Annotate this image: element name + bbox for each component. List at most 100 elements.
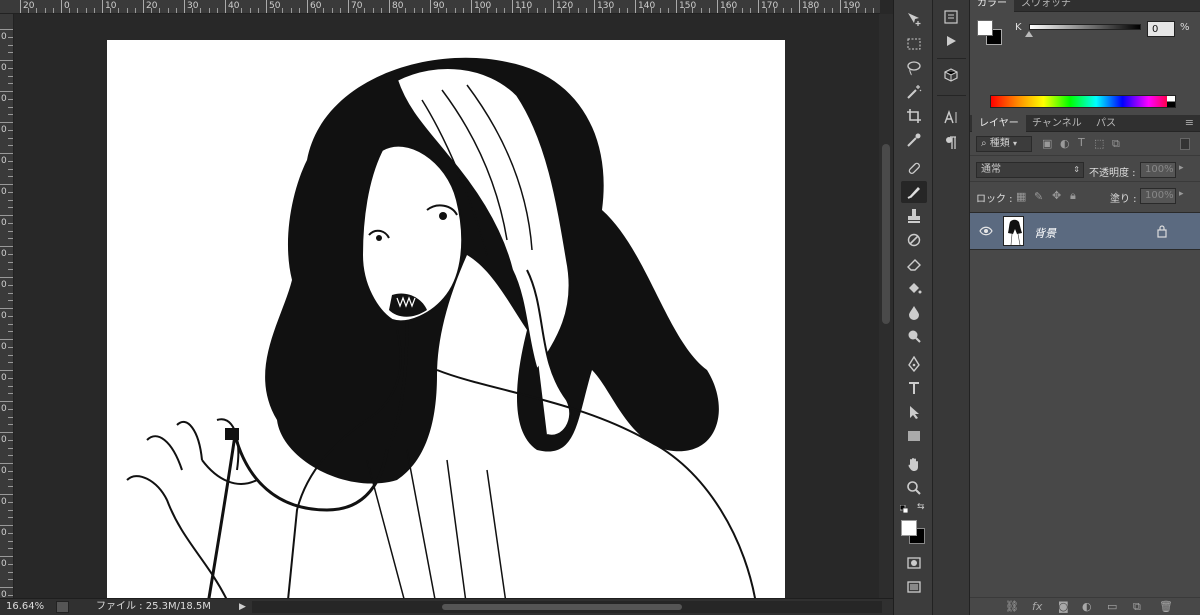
fill-dropdown-icon[interactable]: ▸ <box>1179 189 1184 199</box>
foreground-color-swatch[interactable] <box>901 520 917 536</box>
eraser-tool-icon[interactable] <box>901 253 927 275</box>
k-slider-thumb[interactable] <box>1025 31 1033 37</box>
layer-name[interactable]: 背景 <box>1034 225 1056 241</box>
ruler-tick <box>0 463 13 464</box>
delete-layer-icon[interactable]: 🗑︎ <box>1159 600 1173 613</box>
lasso-tool-icon[interactable] <box>901 57 927 79</box>
screen-mode-icon[interactable] <box>901 576 927 598</box>
zoom-level[interactable]: 16.64% <box>6 599 44 615</box>
magic-wand-tool-icon[interactable] <box>901 81 927 103</box>
ruler-label: 170 <box>761 1 779 11</box>
lock-position-icon[interactable]: ✥ <box>1052 189 1061 202</box>
ruler-minor-tick <box>454 8 456 13</box>
ruler-minor-tick <box>93 8 95 13</box>
default-colors-icon[interactable] <box>899 503 909 514</box>
crop-tool-icon[interactable] <box>901 105 927 127</box>
tab-channels[interactable]: チャンネル <box>1025 115 1089 132</box>
brush-tool-icon[interactable] <box>901 181 927 203</box>
ruler-minor-tick <box>290 8 292 13</box>
status-menu-arrow-icon[interactable]: ▶ <box>236 600 249 614</box>
pen-tool-icon[interactable] <box>901 353 927 375</box>
blur-tool-icon[interactable] <box>901 301 927 323</box>
adjustment-layer-icon[interactable]: ◐ <box>1082 600 1092 613</box>
ruler-minor-tick <box>462 8 464 13</box>
clone-stamp-tool-icon[interactable] <box>901 205 927 227</box>
lock-transparency-icon[interactable]: ▦ <box>1016 190 1026 203</box>
ruler-minor-tick <box>8 44 13 46</box>
filter-pixel-icon[interactable]: ▣ <box>1042 137 1052 150</box>
document-status-icon[interactable] <box>56 601 69 613</box>
filter-shape-icon[interactable]: ⬚ <box>1094 137 1104 150</box>
add-mask-icon[interactable]: ◙ <box>1058 600 1069 613</box>
k-value-input[interactable]: 0 <box>1147 21 1175 37</box>
ruler-minor-tick <box>8 238 13 240</box>
ruler-minor-tick <box>8 129 13 131</box>
new-group-icon[interactable]: ▭ <box>1107 600 1117 613</box>
ruler-minor-tick <box>741 8 743 13</box>
3d-panel-icon[interactable] <box>939 64 963 86</box>
history-brush-tool-icon[interactable] <box>901 229 927 251</box>
move-tool-icon[interactable] <box>901 8 927 30</box>
ruler-minor-tick <box>659 8 661 13</box>
filter-smart-object-icon[interactable]: ⧉ <box>1112 137 1120 151</box>
ruler-minor-tick <box>257 8 259 13</box>
paragraph-panel-icon[interactable] <box>939 132 963 154</box>
tab-color[interactable]: カラー <box>970 0 1014 12</box>
filter-kind-select[interactable]: ⌕ 種類 ▾ <box>976 136 1032 152</box>
color-spectrum-ramp[interactable] <box>990 95 1176 108</box>
ruler-minor-tick <box>208 8 210 13</box>
path-selection-tool-icon[interactable] <box>901 401 927 423</box>
character-panel-icon[interactable] <box>939 106 963 128</box>
rectangle-tool-icon[interactable] <box>901 425 927 447</box>
vertical-scrollbar[interactable] <box>879 14 893 598</box>
fill-input[interactable]: 100% <box>1140 188 1176 204</box>
actions-play-icon[interactable] <box>939 30 963 52</box>
ruler-minor-tick <box>8 346 13 348</box>
ruler-minor-tick <box>610 8 612 13</box>
black-white-ramp[interactable] <box>1167 96 1175 107</box>
lock-image-pixels-icon[interactable]: ✎ <box>1034 190 1043 203</box>
ruler-minor-tick <box>8 354 13 356</box>
opacity-input[interactable]: 100% <box>1140 162 1176 178</box>
panel-menu-icon[interactable]: ≡ <box>1185 116 1194 129</box>
quick-mask-icon[interactable] <box>901 552 927 574</box>
new-layer-icon[interactable]: ⧉ <box>1133 600 1141 614</box>
horizontal-scroll-thumb[interactable] <box>442 604 682 610</box>
vertical-scroll-thumb[interactable] <box>882 144 890 324</box>
type-tool-icon[interactable] <box>901 377 927 399</box>
history-panel-icon[interactable] <box>939 6 963 28</box>
k-channel-slider[interactable] <box>1029 24 1141 30</box>
marquee-tool-icon[interactable] <box>901 33 927 55</box>
eyedropper-tool-icon[interactable] <box>901 129 927 151</box>
blend-mode-select[interactable]: 通常 ⇕ <box>976 162 1084 178</box>
panel-foreground-swatch[interactable] <box>977 20 993 36</box>
layer-row-background[interactable]: 背景 <box>970 212 1200 250</box>
swap-colors-icon[interactable]: ⇆ <box>917 502 925 512</box>
paint-bucket-tool-icon[interactable] <box>901 277 927 299</box>
layer-lock-icon[interactable] <box>1156 224 1168 238</box>
layer-thumbnail[interactable] <box>1003 216 1024 246</box>
healing-brush-tool-icon[interactable] <box>901 157 927 179</box>
layer-style-icon[interactable]: fx <box>1032 600 1042 613</box>
ruler-tick <box>799 0 800 13</box>
ruler-minor-tick <box>175 8 177 13</box>
tab-paths[interactable]: パス <box>1089 115 1123 132</box>
filter-type-icon[interactable]: T <box>1078 136 1085 149</box>
opacity-dropdown-icon[interactable]: ▸ <box>1179 163 1184 173</box>
tab-layers[interactable]: レイヤー <box>972 115 1026 132</box>
horizontal-scrollbar[interactable] <box>252 601 882 613</box>
link-layers-icon[interactable]: ⛓︎ <box>1005 600 1019 613</box>
visibility-eye-icon[interactable] <box>979 225 993 237</box>
dodge-tool-icon[interactable] <box>901 325 927 347</box>
ruler-label: 0 <box>1 249 7 259</box>
ruler-minor-tick <box>8 137 13 139</box>
tab-swatches[interactable]: スウォッチ <box>1014 0 1078 12</box>
hand-tool-icon[interactable] <box>901 453 927 475</box>
zoom-tool-icon[interactable] <box>901 477 927 499</box>
lock-all-icon[interactable]: 🔒︎ <box>1070 189 1076 203</box>
ruler-tick <box>0 29 13 30</box>
filter-adjustment-icon[interactable]: ◐ <box>1060 137 1070 150</box>
canvas-area[interactable] <box>15 15 879 598</box>
document-canvas[interactable] <box>107 40 785 598</box>
filter-toggle[interactable] <box>1180 138 1190 150</box>
